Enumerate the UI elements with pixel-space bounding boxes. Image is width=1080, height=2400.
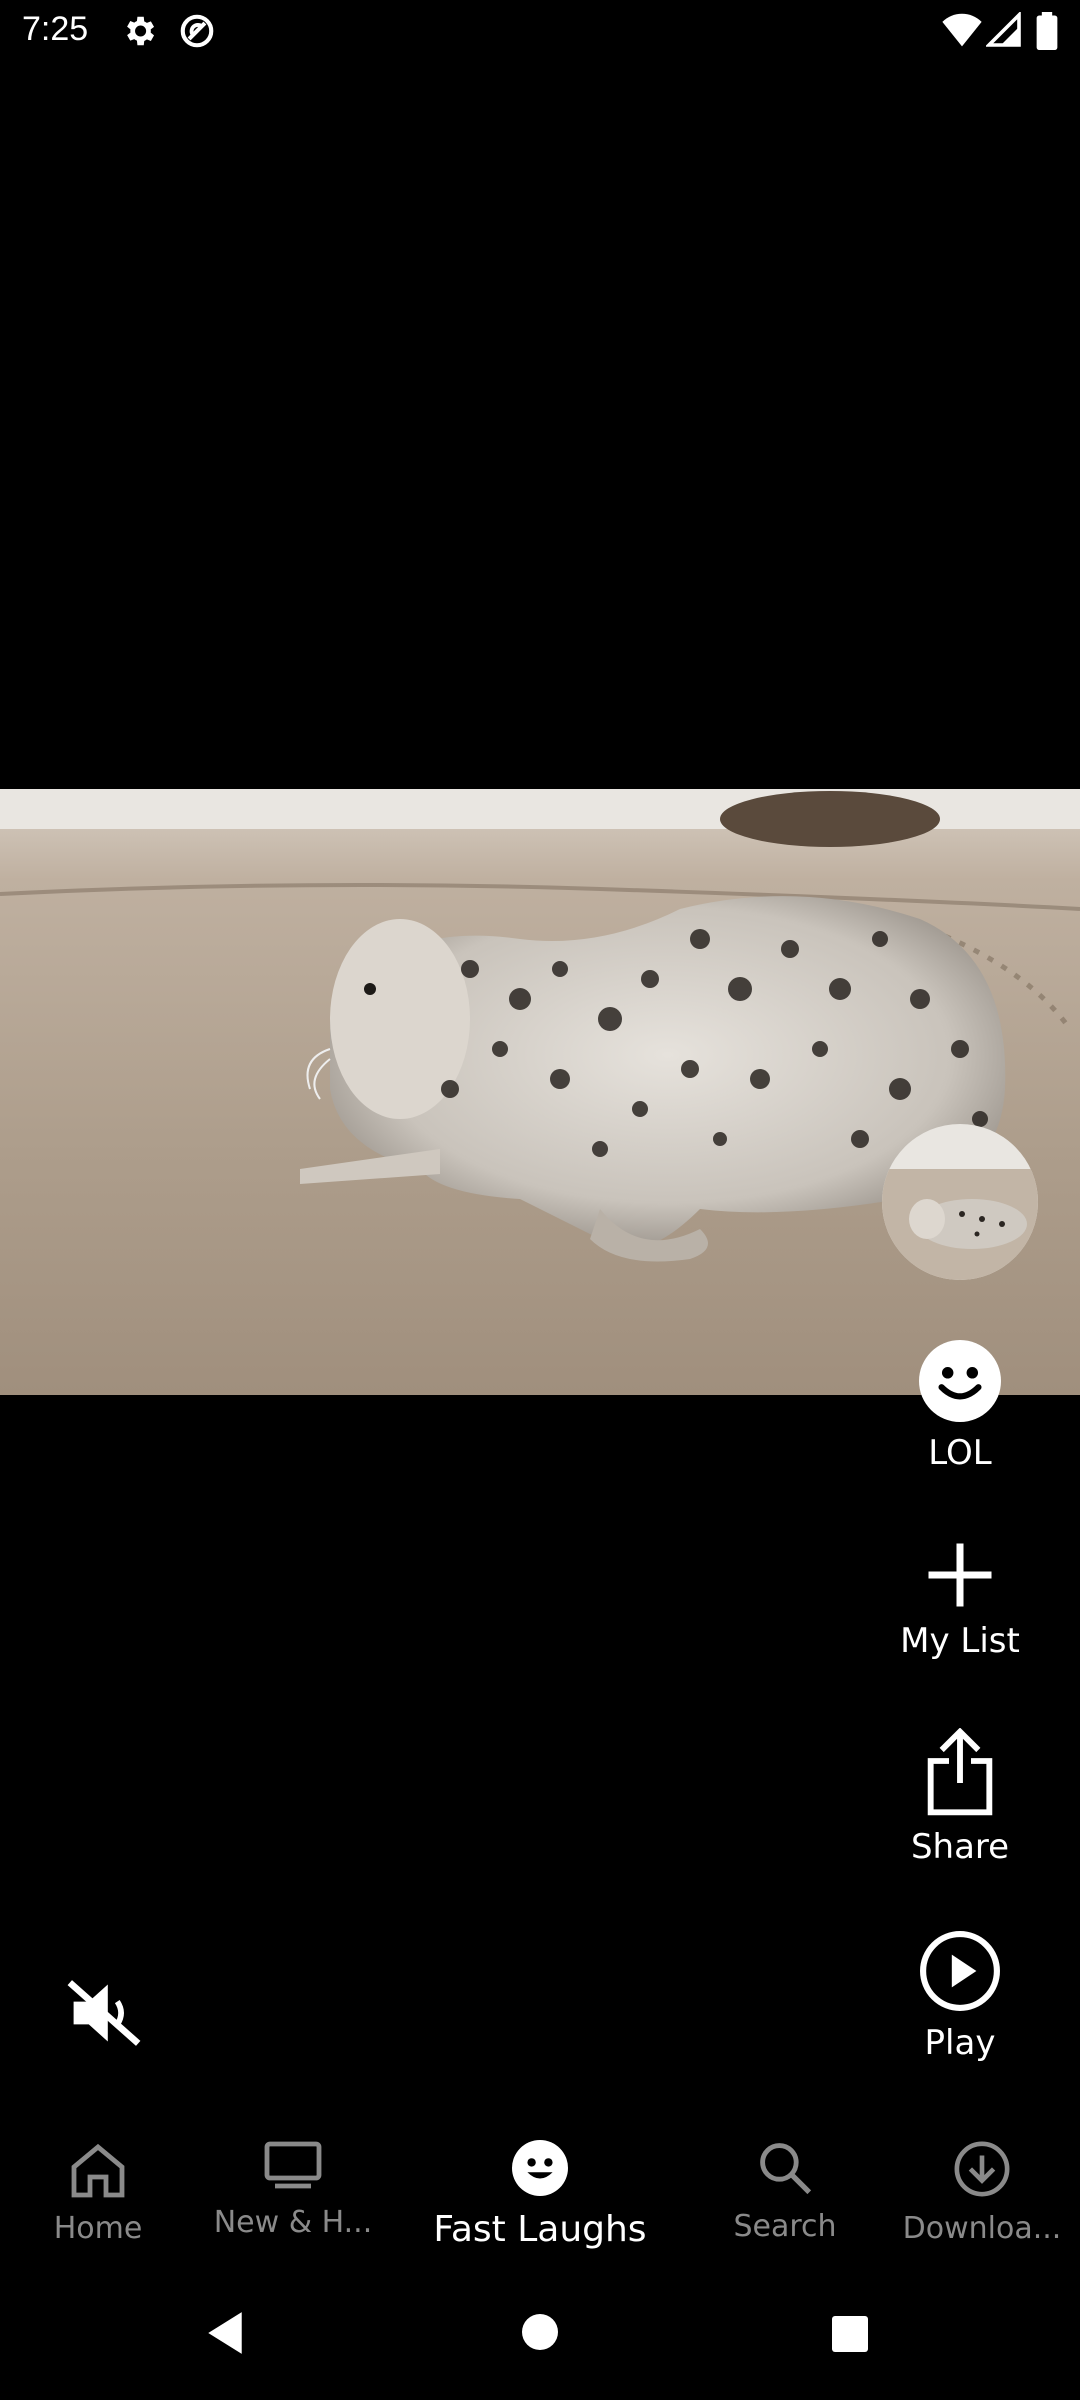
nav-new-hot[interactable]: New & H...: [200, 2140, 386, 2240]
my-list-button[interactable]: My List: [860, 1540, 1060, 1661]
volume-muted-icon: [66, 1980, 142, 2052]
bottom-nav: Home New & H... Fast Laughs Search Downl…: [0, 2120, 1080, 2270]
recents-icon[interactable]: [830, 2314, 870, 2359]
plus-icon: [860, 1540, 1060, 1615]
video-player[interactable]: [0, 789, 1080, 1395]
smiley-icon: [512, 2140, 568, 2200]
nav-home-label: Home: [53, 2211, 143, 2246]
smiley-icon: [860, 1340, 1060, 1427]
lol-label: LOL: [928, 1433, 992, 1473]
nav-downloads-label: Downloa...: [902, 2211, 1062, 2246]
share-label: Share: [910, 1827, 1010, 1867]
gear-icon: [120, 12, 158, 55]
play-button[interactable]: Play: [860, 1930, 1060, 2063]
status-time: 7:25: [22, 10, 89, 48]
nav-fast-laughs-label: Fast Laughs: [433, 2209, 647, 2250]
back-icon[interactable]: [204, 2310, 246, 2361]
nav-home[interactable]: Home: [30, 2140, 166, 2246]
seal-video-frame: [0, 789, 1080, 1395]
home-icon: [68, 2143, 128, 2202]
wifi-icon: [942, 12, 982, 53]
nav-search[interactable]: Search: [710, 2140, 860, 2244]
seal-thumbnail-image: [882, 1124, 1038, 1280]
tv-icon: [263, 2141, 323, 2196]
play-circle-icon: [860, 1930, 1060, 2017]
nav-search-label: Search: [733, 2209, 837, 2244]
signal-icon: [984, 10, 1022, 53]
play-label: Play: [924, 2023, 996, 2063]
nav-downloads[interactable]: Downloa...: [892, 2140, 1072, 2246]
battery-icon: [1036, 12, 1058, 55]
nav-new-hot-label: New & H...: [213, 2205, 373, 2240]
share-icon: [860, 1727, 1060, 1821]
share-button[interactable]: Share: [860, 1727, 1060, 1867]
vpn-icon: [178, 12, 216, 55]
lol-button[interactable]: LOL: [860, 1340, 1060, 1473]
search-icon: [757, 2143, 813, 2200]
download-icon: [953, 2141, 1011, 2202]
mute-toggle[interactable]: [66, 1978, 142, 2053]
status-bar: 7:25: [0, 0, 1080, 64]
nav-fast-laughs[interactable]: Fast Laughs: [420, 2140, 660, 2250]
my-list-label: My List: [900, 1621, 1020, 1661]
system-nav-bar: [0, 2290, 1080, 2400]
home-circle-icon[interactable]: [520, 2312, 560, 2357]
title-thumbnail[interactable]: [882, 1124, 1038, 1280]
